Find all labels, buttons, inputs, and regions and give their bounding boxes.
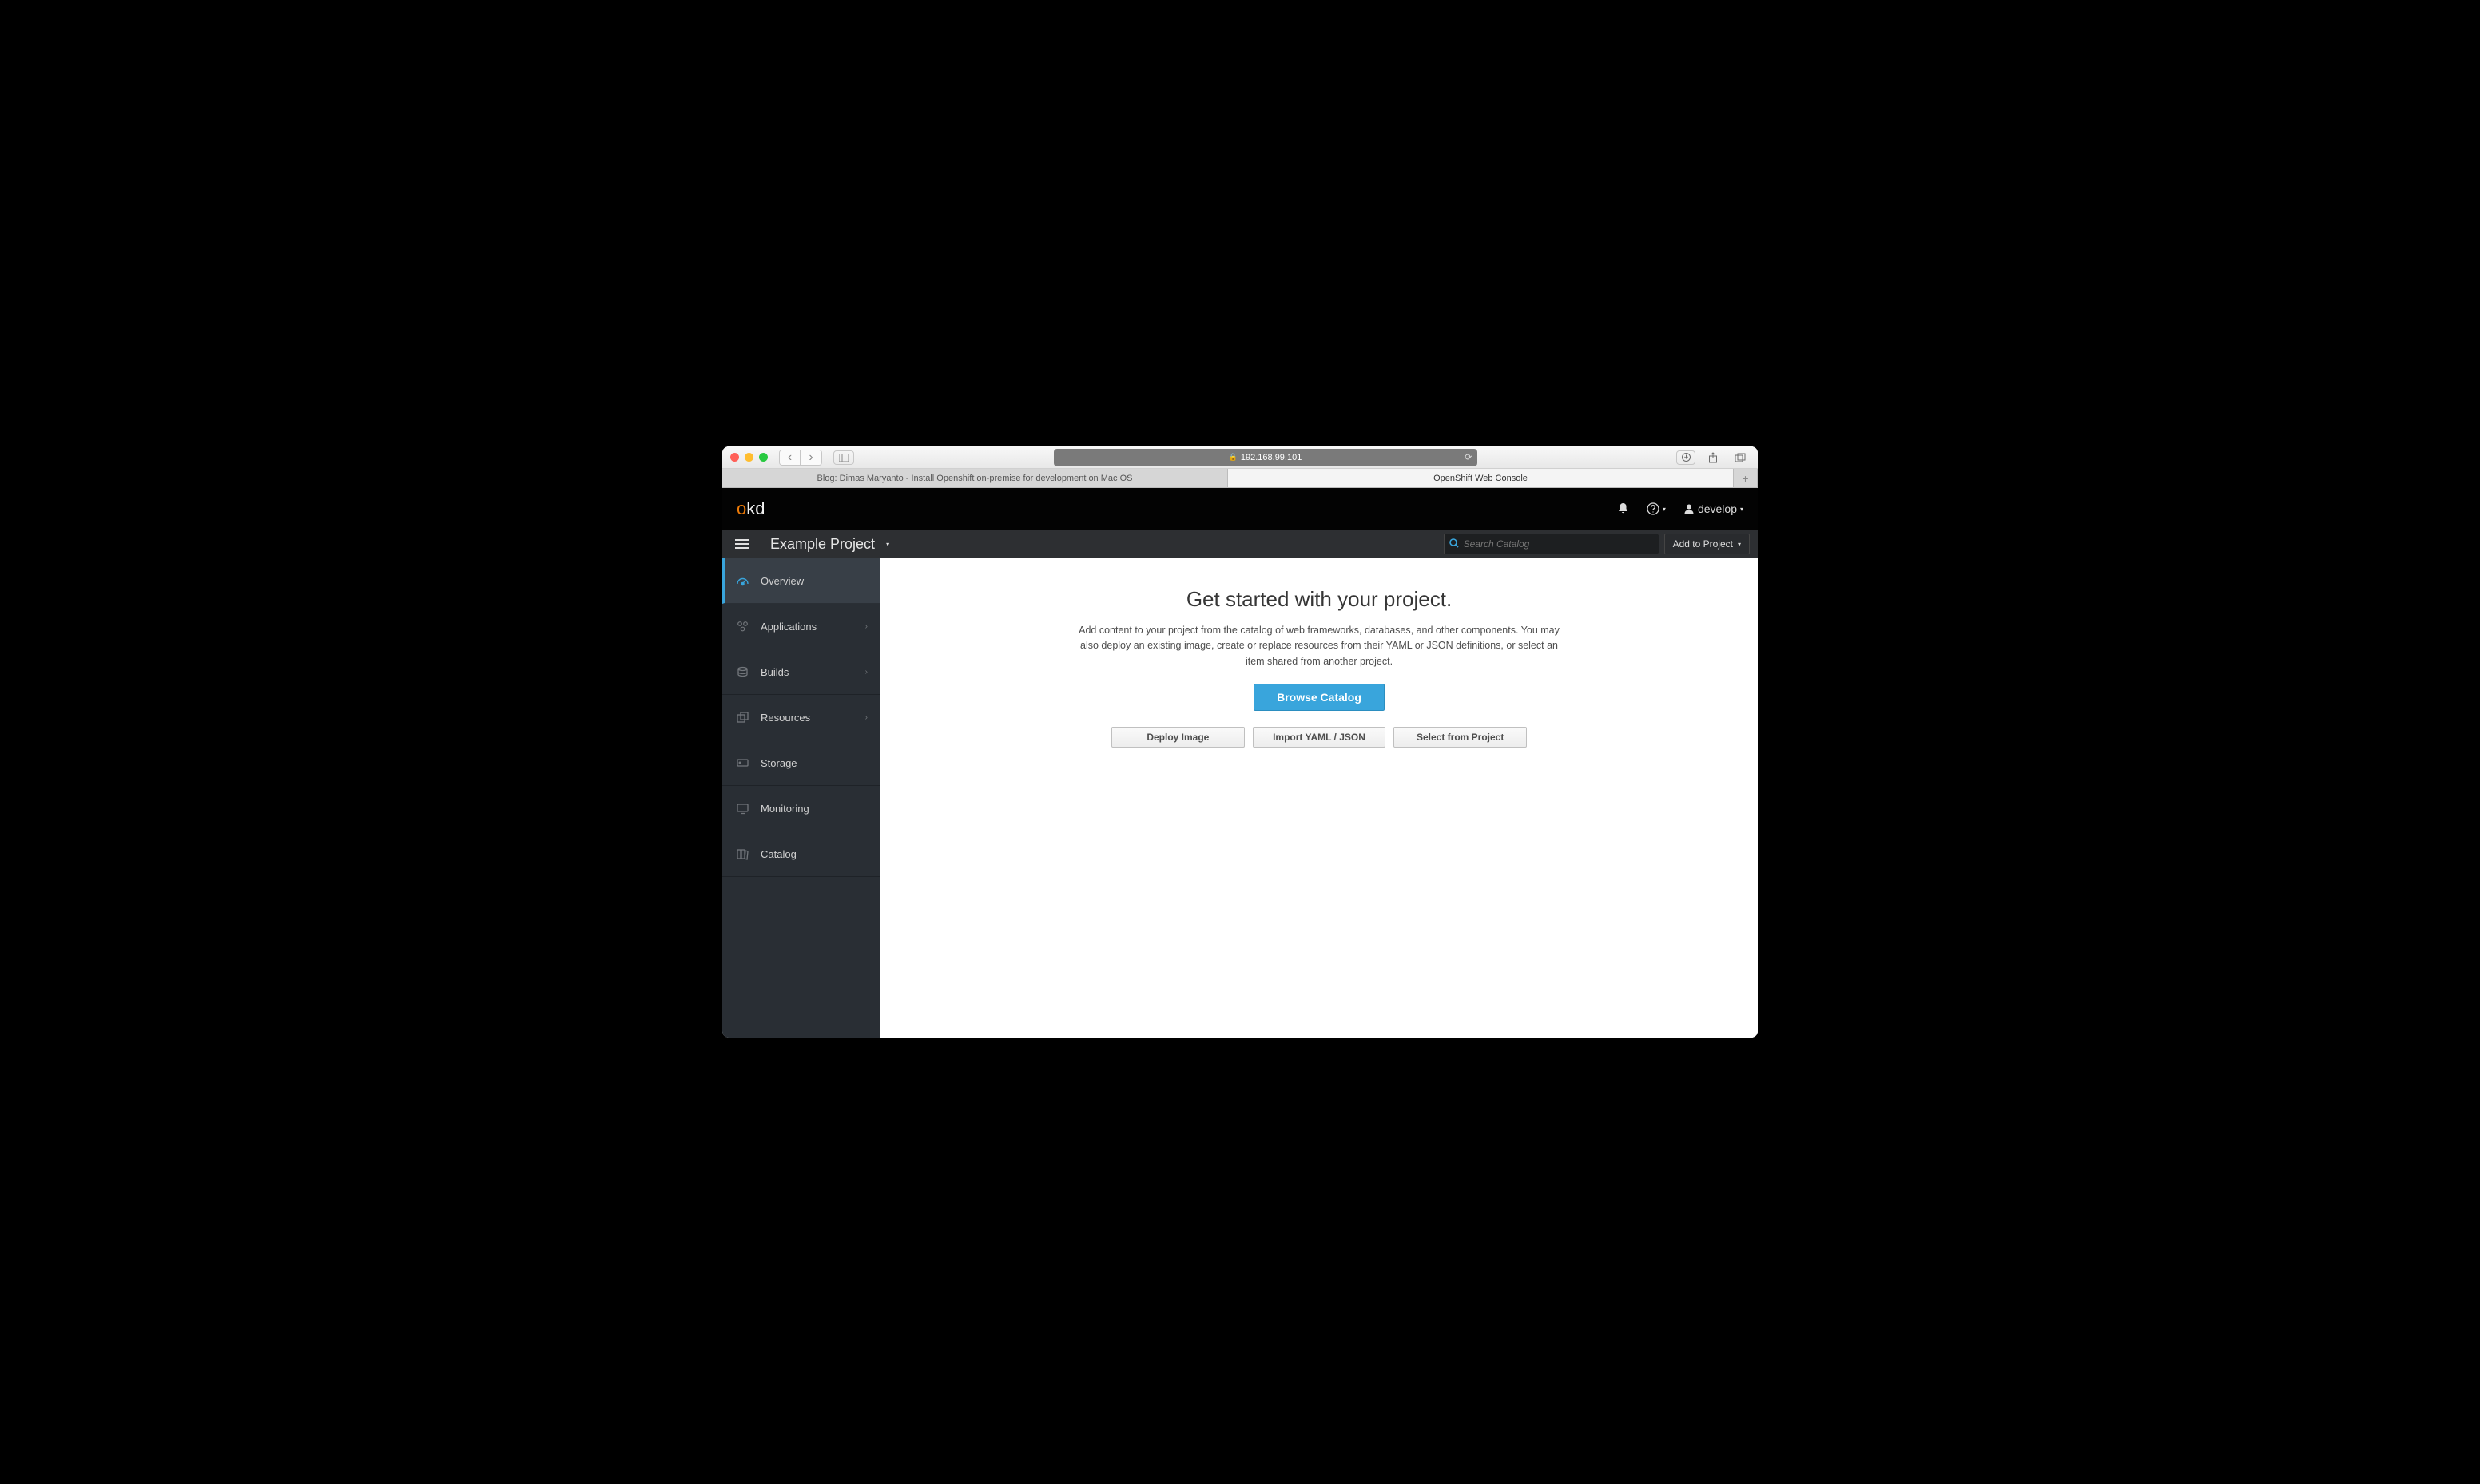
project-selector[interactable]: Example Project ▾ [770,536,889,553]
help-button[interactable]: ▾ [1647,502,1666,515]
project-name: Example Project [770,536,875,553]
browse-catalog-button[interactable]: Browse Catalog [1254,684,1385,711]
forward-button[interactable]: › [801,450,821,465]
catalog-icon [735,848,749,860]
maximize-window-icon[interactable] [759,453,768,462]
lock-icon: 🔒 [1229,453,1238,462]
sidenav-item-applications[interactable]: Applications › [722,604,880,649]
logo-o: o [737,498,746,518]
reload-button[interactable]: ⟳ [1465,452,1472,462]
select-from-project-button[interactable]: Select from Project [1393,727,1527,748]
chevron-right-icon: › [865,622,868,631]
page-description: Add content to your project from the cat… [1071,623,1567,669]
chevron-down-icon: ▾ [886,541,889,548]
builds-icon [735,665,749,679]
sidenav-label: Catalog [761,848,797,860]
sidenav-label: Builds [761,666,789,678]
browser-tab-1[interactable]: OpenShift Web Console [1228,469,1734,487]
sidenav-label: Resources [761,712,810,724]
menu-toggle-button[interactable] [722,530,762,558]
back-button[interactable]: ‹ [780,450,801,465]
main-content: Get started with your project. Add conte… [880,558,1758,1038]
logo-kd: kd [746,498,765,518]
chevron-right-icon: › [865,713,868,722]
app-body: Overview Applications › Builds › [722,558,1758,1038]
sidenav-label: Storage [761,757,797,769]
minimize-window-icon[interactable] [745,453,753,462]
chevron-down-icon: ▾ [1740,506,1743,513]
window-controls [730,453,768,462]
browser-toolbar: ‹ › 🔒 192.168.99.101 ⟳ [722,446,1758,469]
sidenav-item-catalog[interactable]: Catalog [722,831,880,877]
monitoring-icon [735,803,749,815]
chevron-down-icon: ▾ [1663,506,1666,513]
close-window-icon[interactable] [730,453,739,462]
tab-overview-button[interactable] [833,450,854,465]
sidenav-item-storage[interactable]: Storage [722,740,880,786]
share-button[interactable] [1703,450,1723,465]
page-title: Get started with your project. [912,587,1726,612]
search-icon [1449,538,1459,550]
address-bar[interactable]: 🔒 192.168.99.101 ⟳ [1054,449,1477,466]
user-label: develop [1698,502,1737,515]
storage-icon [735,758,749,768]
sidenav-item-monitoring[interactable]: Monitoring [722,786,880,831]
deploy-image-button[interactable]: Deploy Image [1111,727,1245,748]
logo[interactable]: okd [737,498,765,519]
sidenav-item-overview[interactable]: Overview [722,558,880,604]
tabs-button[interactable] [1731,450,1750,465]
dashboard-icon [735,574,749,588]
resources-icon [735,711,749,724]
chevron-down-icon: ▾ [1738,541,1741,548]
downloads-button[interactable] [1676,450,1695,465]
sidenav-label: Monitoring [761,803,809,815]
chevron-right-icon: › [865,668,868,677]
new-tab-button[interactable]: + [1734,469,1758,487]
add-label: Add to Project [1673,538,1733,550]
browser-window: ‹ › 🔒 192.168.99.101 ⟳ Blog: Di [722,446,1758,1038]
browser-tabstrip: Blog: Dimas Maryanto - Install Openshift… [722,469,1758,488]
add-to-project-button[interactable]: Add to Project ▾ [1664,534,1750,554]
nav-buttons: ‹ › [779,450,822,466]
project-bar: Example Project ▾ Add to Project ▾ [722,530,1758,558]
sidenav-item-builds[interactable]: Builds › [722,649,880,695]
user-menu[interactable]: develop ▾ [1683,502,1743,515]
sidenav: Overview Applications › Builds › [722,558,880,1038]
app-header: okd ▾ develop ▾ [722,488,1758,530]
import-yaml-button[interactable]: Import YAML / JSON [1253,727,1386,748]
action-row: Deploy Image Import YAML / JSON Select f… [1111,727,1527,748]
notifications-button[interactable] [1617,502,1629,515]
toolbar-right [1676,450,1750,465]
address-bar-wrap: 🔒 192.168.99.101 ⟳ [860,449,1670,466]
search-catalog[interactable] [1444,534,1659,554]
url-text: 192.168.99.101 [1241,453,1302,462]
applications-icon [735,620,749,633]
search-input[interactable] [1464,538,1654,550]
sidenav-item-resources[interactable]: Resources › [722,695,880,740]
sidenav-label: Applications [761,621,817,633]
sidenav-label: Overview [761,575,804,587]
browser-tab-0[interactable]: Blog: Dimas Maryanto - Install Openshift… [722,469,1228,487]
